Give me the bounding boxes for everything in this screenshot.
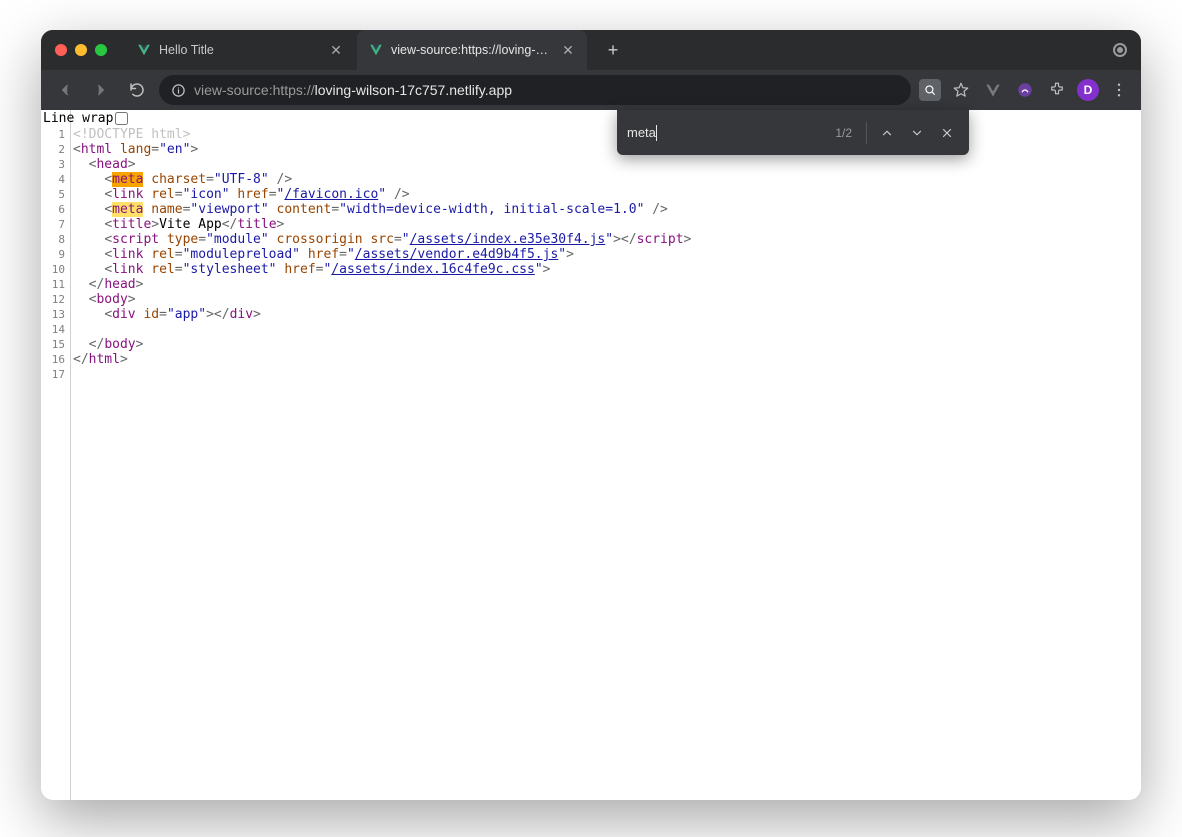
extension-circle-icon[interactable]: [1013, 78, 1037, 102]
line-number: 10: [41, 262, 70, 277]
window-controls: [55, 44, 107, 56]
minimize-window-button[interactable]: [75, 44, 87, 56]
profile-avatar[interactable]: D: [1077, 79, 1099, 101]
extensions-button[interactable]: [1045, 78, 1069, 102]
line-number: 14: [41, 322, 70, 337]
back-button[interactable]: [51, 76, 79, 104]
source-line: <div id="app"></div>: [73, 307, 1139, 322]
vue-icon: [137, 43, 151, 57]
find-count: 1/2: [835, 126, 858, 140]
source-line: <link rel="modulepreload" href="/assets/…: [73, 247, 1139, 262]
line-number: 6: [41, 202, 70, 217]
line-wrap-checkbox[interactable]: [115, 112, 128, 125]
source-line: <script type="module" crossorigin src="/…: [73, 232, 1139, 247]
tab-strip: Hello Title ✕ view-source:https://loving…: [125, 30, 587, 70]
text-cursor: [656, 125, 657, 141]
find-query: meta: [627, 125, 656, 140]
source-line: <!DOCTYPE html>: [73, 127, 1139, 142]
line-number: 9: [41, 247, 70, 262]
forward-button[interactable]: [87, 76, 115, 104]
separator: [866, 122, 867, 144]
account-icon[interactable]: [1113, 43, 1127, 57]
source-line: <link rel="stylesheet" href="/assets/ind…: [73, 262, 1139, 277]
line-number: 3: [41, 157, 70, 172]
info-icon: [171, 83, 186, 98]
source-line: <link rel="icon" href="/favicon.ico" />: [73, 187, 1139, 202]
line-number-gutter: 1234567891011121314151617: [41, 110, 71, 800]
tab-title: view-source:https://loving-wils: [391, 43, 553, 57]
close-window-button[interactable]: [55, 44, 67, 56]
line-number: 15: [41, 337, 70, 352]
extension-vue-icon[interactable]: [981, 78, 1005, 102]
vue-icon: [369, 43, 383, 57]
address-bar[interactable]: view-source:https://loving-wilson-17c757…: [159, 75, 911, 105]
new-tab-button[interactable]: +: [599, 36, 627, 64]
source-line: <meta name="viewport" content="width=dev…: [73, 202, 1139, 217]
line-number: 4: [41, 172, 70, 187]
source-line: </html>: [73, 352, 1139, 367]
menu-button[interactable]: [1107, 78, 1131, 102]
toolbar: view-source:https://loving-wilson-17c757…: [41, 70, 1141, 110]
close-tab-icon[interactable]: ✕: [329, 43, 343, 57]
find-input[interactable]: meta: [627, 125, 829, 141]
close-tab-icon[interactable]: ✕: [561, 43, 575, 57]
source-line: [73, 367, 1139, 382]
source-line: <html lang="en">: [73, 142, 1139, 157]
line-number: 7: [41, 217, 70, 232]
find-bar: meta 1/2: [617, 110, 969, 155]
find-next-button[interactable]: [905, 121, 929, 145]
line-number: 2: [41, 142, 70, 157]
line-number: 12: [41, 292, 70, 307]
line-number: 17: [41, 367, 70, 382]
line-number: 8: [41, 232, 70, 247]
source-code[interactable]: <!DOCTYPE html><html lang="en"> <head> <…: [71, 110, 1141, 800]
source-line: <title>Vite App</title>: [73, 217, 1139, 232]
bookmark-button[interactable]: [949, 78, 973, 102]
tab-title: Hello Title: [159, 43, 321, 57]
source-line: <meta charset="UTF-8" />: [73, 172, 1139, 187]
line-number: 13: [41, 307, 70, 322]
line-number: 5: [41, 187, 70, 202]
line-number: 16: [41, 352, 70, 367]
source-line: <head>: [73, 157, 1139, 172]
find-close-button[interactable]: [935, 121, 959, 145]
titlebar: Hello Title ✕ view-source:https://loving…: [41, 30, 1141, 70]
line-number: 1: [41, 127, 70, 142]
line-wrap-label: Line wrap: [43, 111, 113, 126]
page-content: Line wrap 1234567891011121314151617 <!DO…: [41, 110, 1141, 800]
source-line: </head>: [73, 277, 1139, 292]
source-line: [73, 322, 1139, 337]
source-line: </body>: [73, 337, 1139, 352]
browser-window: Hello Title ✕ view-source:https://loving…: [41, 30, 1141, 800]
url-text: view-source:https://loving-wilson-17c757…: [194, 82, 512, 98]
find-prev-button[interactable]: [875, 121, 899, 145]
maximize-window-button[interactable]: [95, 44, 107, 56]
reload-button[interactable]: [123, 76, 151, 104]
line-wrap-toggle[interactable]: Line wrap: [41, 110, 130, 126]
extension-qr-icon[interactable]: [919, 79, 941, 101]
tab-0[interactable]: Hello Title ✕: [125, 30, 355, 70]
source-line: <body>: [73, 292, 1139, 307]
tab-1[interactable]: view-source:https://loving-wils ✕: [357, 30, 587, 70]
line-number: 11: [41, 277, 70, 292]
